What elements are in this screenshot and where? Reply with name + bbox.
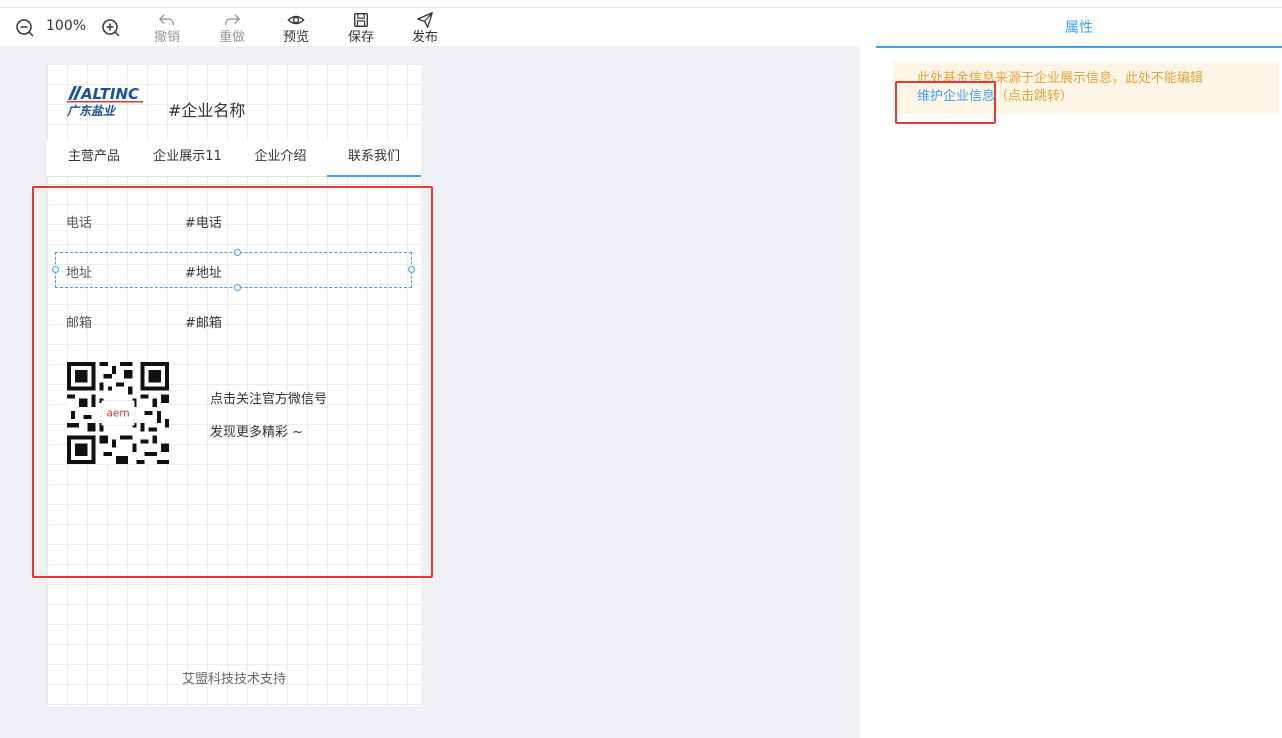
- address-value: #地址: [185, 266, 222, 281]
- tab-contact-us[interactable]: 联系我们: [327, 140, 421, 177]
- qr-caption-discover: 发现更多精彩 ~: [210, 425, 304, 440]
- address-label: 地址: [66, 266, 93, 281]
- resize-handle-left[interactable]: [52, 266, 59, 273]
- support-footer: 艾盟科技技术支持: [181, 672, 286, 687]
- phone-label: 电话: [66, 216, 93, 231]
- publish-button[interactable]: 发布: [405, 11, 445, 46]
- eye-icon: [287, 15, 305, 25]
- tab-bar: 主营产品 企业展示11 企业介绍 联系我们: [47, 140, 421, 177]
- page-header[interactable]: ALTINC 广东盐业 #企业名称: [47, 64, 421, 140]
- phone-value: #电话: [185, 216, 222, 231]
- resize-handle-top[interactable]: [234, 249, 241, 256]
- undo-label: 撤销: [153, 30, 180, 45]
- editor-toolbar: 100% 撤销 重做 预览 保存 发布: [0, 8, 860, 46]
- tab-company-showcase[interactable]: 企业展示11: [141, 140, 234, 177]
- preview-button[interactable]: 预览: [276, 11, 316, 46]
- mobile-preview: ALTINC 广东盐业 #企业名称 主营产品 企业展示11 企业介绍 联系我们 …: [47, 64, 421, 706]
- notice-link-row: 维护企业信息（点击跳转）: [917, 88, 1073, 106]
- paper-plane-icon: [417, 12, 433, 28]
- zoom-level: 100%: [46, 18, 87, 34]
- publish-label: 发布: [411, 30, 438, 45]
- save-label: 保存: [347, 30, 374, 45]
- info-notice: 此处基金信息来源于企业展示信息，此处不能编辑 维护企业信息（点击跳转）: [893, 62, 1279, 114]
- svg-text:aem: aem: [106, 408, 129, 420]
- undo-icon: [158, 14, 174, 26]
- floppy-disk-icon: [354, 13, 368, 27]
- notice-text: 此处基金信息来源于企业展示信息，此处不能编辑: [917, 71, 1204, 86]
- logo-text-cn: 广东盐业: [66, 104, 117, 118]
- logo-text-en: ALTINC: [80, 85, 139, 103]
- email-label: 邮箱: [66, 316, 93, 331]
- email-value: #邮箱: [185, 316, 222, 331]
- zoom-in-icon[interactable]: [101, 18, 121, 38]
- resize-handle-bottom[interactable]: [234, 284, 241, 291]
- tab-company-intro[interactable]: 企业介绍: [234, 140, 327, 177]
- editor-canvas: ALTINC 广东盐业 #企业名称 主营产品 企业展示11 企业介绍 联系我们 …: [0, 46, 860, 738]
- link-hint: （点击跳转）: [995, 89, 1074, 104]
- resize-handle-right[interactable]: [408, 266, 415, 273]
- redo-icon: [225, 14, 241, 26]
- undo-button[interactable]: 撤销: [147, 11, 187, 46]
- save-button[interactable]: 保存: [341, 11, 381, 46]
- redo-button[interactable]: 重做: [212, 11, 252, 46]
- wechat-qr-code: aem: [67, 362, 169, 464]
- company-name: #企业名称: [168, 101, 246, 120]
- tab-properties[interactable]: 属性: [876, 8, 1282, 48]
- redo-label: 重做: [218, 30, 245, 45]
- maintain-company-info-link[interactable]: 维护企业信息: [917, 89, 995, 104]
- app: 100% 撤销 重做 预览 保存 发布 ALTINC 广东盐业 #企业名称 主营…: [0, 0, 1282, 738]
- tab-main-products[interactable]: 主营产品: [47, 140, 141, 177]
- zoom-out-icon[interactable]: [15, 18, 35, 38]
- qr-caption-follow: 点击关注官方微信号: [210, 392, 328, 407]
- preview-label: 预览: [282, 30, 309, 45]
- address-row-selected[interactable]: [52, 249, 415, 291]
- properties-panel: 属性 此处基金信息来源于企业展示信息，此处不能编辑 维护企业信息（点击跳转）: [860, 0, 1282, 738]
- company-logo: ALTINC 广东盐业: [65, 84, 145, 118]
